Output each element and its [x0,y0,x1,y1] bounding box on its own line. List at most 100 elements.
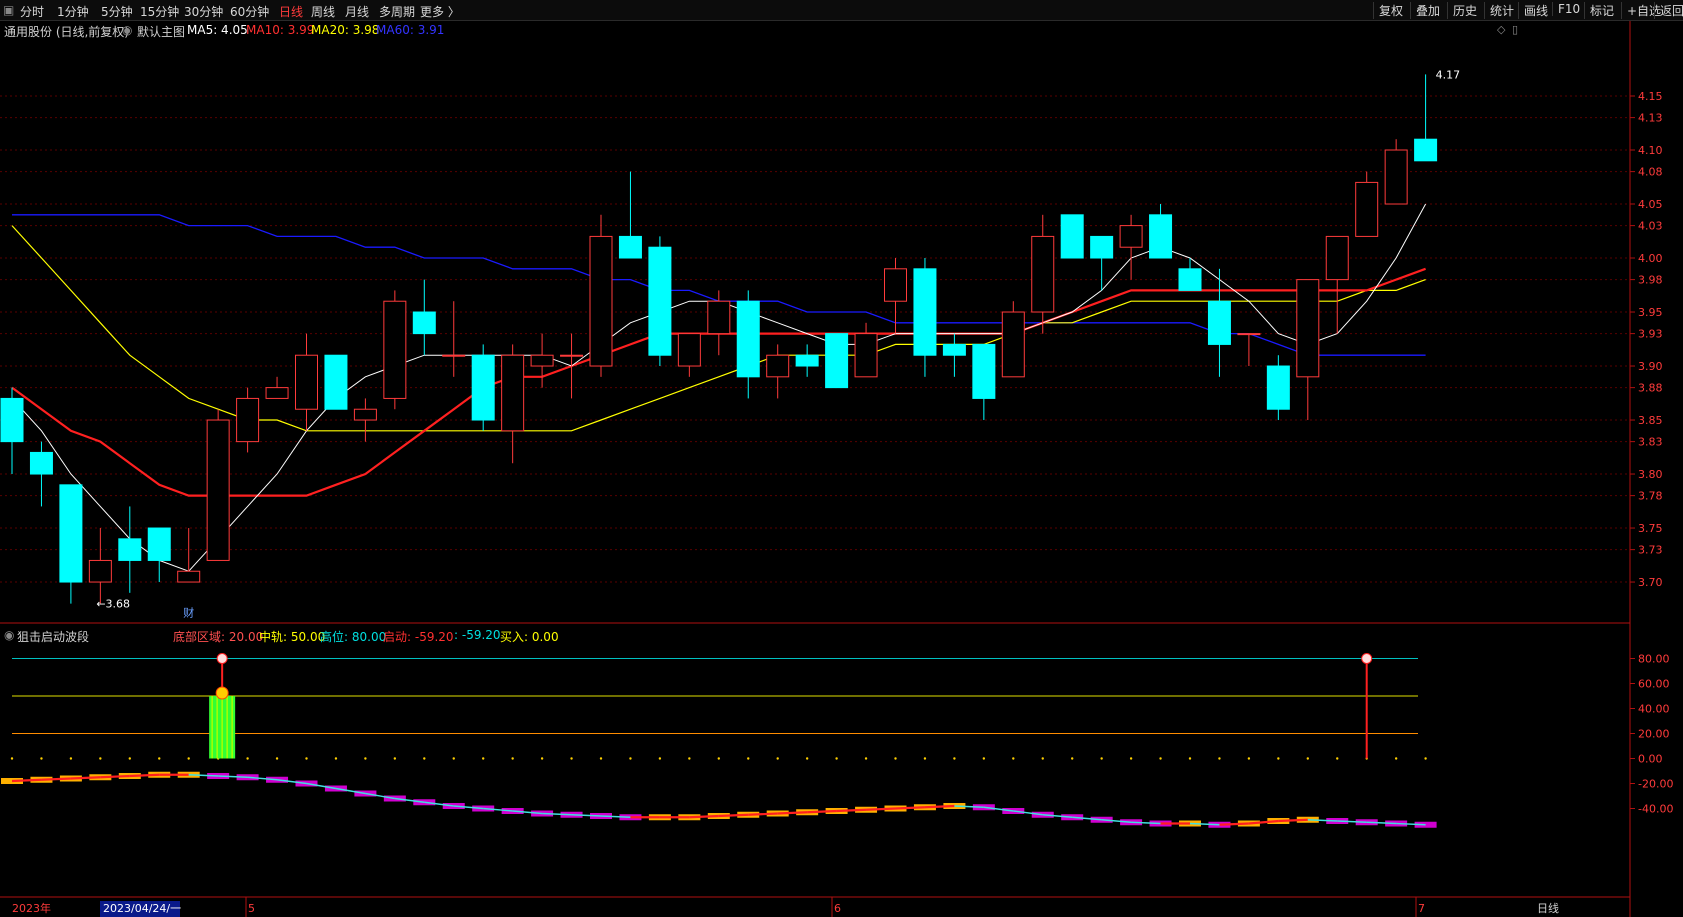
panel-icon: ▯ [1512,23,1518,36]
min-price-label: ←3.68 [96,598,130,611]
candle-body-up [1384,149,1408,205]
price-tick-label: 3.78 [1638,490,1663,503]
price-tick-label: 3.95 [1638,306,1663,319]
zero-dot [540,757,544,760]
trend-curve-segment [777,811,808,815]
candle-body-up [236,397,260,443]
price-tick-label: 4.00 [1638,252,1663,265]
candle-body-down [324,354,348,410]
zero-dot [1394,757,1398,760]
trend-curve-segment [836,808,867,813]
candle-body-up [206,419,230,561]
trend-curve-segment [1219,822,1249,826]
zero-dot [511,757,514,760]
zero-dot [128,757,131,760]
candle-body-down [0,397,24,443]
candle-body-up [677,333,701,367]
candle-body-down [118,538,142,561]
zero-dot [1424,757,1427,760]
trend-curve-segment [70,776,101,780]
zero-dot [776,757,779,760]
price-tick-label: 3.85 [1638,414,1663,427]
trend-curve-segment [129,773,160,778]
candle-body-up [530,354,554,367]
price-tick-label: 3.73 [1638,544,1663,557]
trend-curve-segment [718,813,749,818]
candle-body-up [501,354,525,432]
zero-dot [835,757,838,760]
price-tick-label: 4.08 [1638,166,1663,179]
zero-dot [1159,757,1162,760]
indicator-tick-label: 40.00 [1638,703,1670,716]
candle-body-up [1325,235,1349,281]
zero-dot [1306,757,1310,760]
zero-dot [599,757,603,760]
signal-ball [1361,653,1373,664]
zero-dot [1336,757,1339,760]
price-tick-label: 4.15 [1638,90,1663,103]
candle-body-up [265,387,289,399]
diamond-icon: ◇ [1497,23,1506,36]
candle-body-down [1266,365,1290,410]
zero-dot [334,757,338,760]
zero-dot [570,757,573,760]
trend-curve-segment [689,814,719,819]
zero-dot [393,757,397,760]
zero-dot [688,757,691,760]
zero-dot [1100,757,1103,760]
date-year-label: 2023年 [12,901,51,915]
zero-dot [658,757,662,760]
candle-body-up [442,354,466,357]
zero-dot [275,757,279,760]
zero-dot [305,757,308,760]
zero-dot [1041,757,1044,760]
zero-dot [246,757,249,760]
month-7-label: 7 [1418,902,1425,915]
candle-body-down [1414,138,1438,162]
candle-body-down [795,354,819,367]
candle-body-up [766,354,790,378]
zero-dot [923,757,927,760]
trend-curve-segment [748,812,778,816]
trend-curve-segment [866,807,896,811]
zero-dot [364,757,367,760]
trend-curve-segment [11,778,42,783]
zero-dot [864,757,868,760]
trend-curve-segment [41,777,71,781]
stock-chart-canvas[interactable]: 4.15 4.13 4.10 4.08 4.05 4.03 4.00 3.98 3.95 3.93… [0,0,1683,917]
zero-dot [1071,757,1074,760]
price-tick-label: 3.88 [1638,382,1663,395]
candle-body-up [1001,311,1025,378]
trend-curve-segment [100,774,130,779]
indicator-tick-label: 80.00 [1638,653,1670,666]
candle-body-up [88,559,112,583]
indicator-tick-label: 0.00 [1638,753,1663,766]
candle-body-up [589,235,613,367]
candle-body-down [59,484,83,583]
price-tick-label: 4.05 [1638,198,1663,211]
candle-body-up [560,354,584,357]
candle-body-down [1149,214,1173,259]
price-tick-label: 3.80 [1638,468,1663,481]
zero-dot [1188,757,1192,760]
zero-dot [482,757,485,760]
zero-dot [10,757,14,760]
zero-dot [1277,757,1280,760]
zero-dot [629,757,632,760]
candle-body-down [1090,235,1114,259]
candle-body-down [147,527,171,561]
zero-dot [99,757,102,760]
price-tick-label: 3.70 [1638,576,1663,589]
signal-ball [216,653,228,664]
candle-body-up [1119,225,1143,248]
candle-body-down [648,246,672,356]
price-tick-label: 3.90 [1638,360,1663,373]
candle-body-down [942,343,966,356]
candle-body-up [1031,235,1055,313]
zero-dot [805,757,809,760]
price-tick-label: 3.83 [1638,436,1663,449]
zero-dot [187,757,190,760]
financial-report-marker: 财 [183,606,194,620]
candle-body-down [972,343,996,399]
trend-curve-segment [807,809,837,814]
